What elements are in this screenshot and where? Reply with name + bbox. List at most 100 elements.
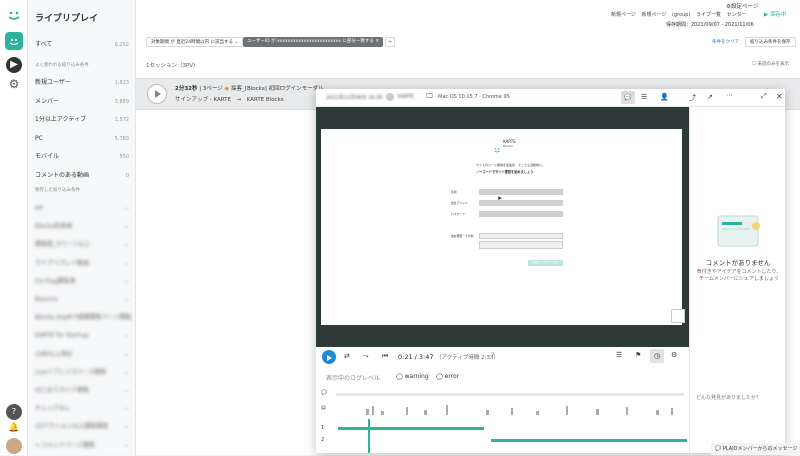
avatar[interactable]: [6, 438, 22, 454]
period-filter-chip[interactable]: 対象期間 が 直近24時間以内 に該当する ⌄: [146, 37, 244, 47]
sidebar-item-label: はじめてガイド閲覧: [35, 387, 90, 394]
filter-bar: 対象期間 が 直近24時間以内 に該当する ⌄ ユーザーID が xxxxxxx…: [136, 33, 800, 53]
sidebar-item-saved-0[interactable]: HP —: [28, 199, 136, 219]
sidebar-item-saved-1[interactable]: Blocks利用者 —: [28, 217, 136, 237]
bell-icon[interactable]: 🔔: [6, 420, 22, 436]
session-play-button[interactable]: [147, 84, 167, 104]
clear-filter-link[interactable]: 条件をクリア: [712, 39, 739, 45]
skip-icon[interactable]: ⤳: [363, 352, 369, 361]
karte-logo-icon[interactable]: [4, 5, 24, 25]
sidebar-item-count: —: [124, 260, 129, 267]
action-group[interactable]: (group): [672, 12, 690, 18]
fullscreen-icon[interactable]: ⤢: [761, 92, 767, 101]
doc-track-icon: ▤: [321, 405, 326, 411]
comment-toggle-icon[interactable]: 💬: [621, 91, 635, 104]
action-live-list[interactable]: ライブ一覧: [696, 12, 721, 18]
sidebar-item-frequent-3[interactable]: PC 5,783: [28, 129, 136, 149]
flag-icon[interactable]: ⚑: [635, 351, 641, 359]
sidebar-item-all[interactable]: すべて 6,252: [28, 35, 136, 55]
sidebar-item-label: 1分以上アクティブ: [35, 116, 87, 123]
action-center[interactable]: センター: [727, 12, 747, 18]
sidebar-item-count: —: [124, 388, 129, 394]
more-icon[interactable]: ⋯: [726, 91, 733, 99]
preview-select-1: [479, 233, 563, 239]
settings-gear-icon[interactable]: ⚙: [671, 351, 677, 359]
preview-brand-sub: Blocks: [503, 144, 513, 148]
message-badge[interactable]: 💬 PLAIDメンバーからのメッセージ: [711, 443, 800, 455]
empty-title: コメントがありません: [705, 259, 771, 267]
sidebar-item-count: —: [124, 224, 129, 231]
help-icon[interactable]: ?: [6, 404, 22, 420]
sidebar-item-count: —: [124, 369, 129, 376]
sidebar-item-label: PC: [35, 134, 43, 142]
sidebar-item-saved-6[interactable]: Blocks dayNで経験閲覧ページ閲覧 —: [28, 308, 136, 328]
save-filter-button[interactable]: 絞り込み条件を保存: [745, 37, 796, 47]
list-icon[interactable]: ☰: [641, 93, 647, 101]
sidebar-item-count: —: [124, 424, 129, 431]
sidebar-item-saved-5[interactable]: Bounce —: [28, 290, 136, 310]
sidebar-item-saved-4[interactable]: CV Flag閲覧者 —: [28, 272, 136, 292]
gear-icon[interactable]: ⚙: [6, 76, 22, 92]
sidebar-item-saved-2[interactable]: 閲覧数_3ページ以上 —: [28, 235, 136, 255]
sidebar-item-frequent-0[interactable]: 新規ユーザー 1,823: [28, 73, 136, 93]
sidebar-item-label: ライブリプレイ動画: [35, 259, 90, 267]
sidebar-item-count: —: [124, 315, 129, 322]
sidebar-item-count: 5,783: [114, 135, 129, 142]
replay-nav-icon[interactable]: [5, 32, 23, 50]
preview-field-3-label: パスワード: [451, 212, 465, 216]
sidebar-item-saved-11[interactable]: チェックなし —: [28, 399, 136, 419]
sidebar-item-count: —: [124, 351, 129, 358]
action-new-page-1[interactable]: 新規ページ: [611, 12, 636, 18]
sidebar-item-frequent-2[interactable]: 1分以上アクティブ 1,572: [28, 110, 136, 130]
settings-link[interactable]: ⚙設定ページ: [726, 2, 758, 10]
sidebar-item-frequent-1[interactable]: メンバー 3,889: [28, 92, 136, 112]
sidebar-item-label: 閲覧数_3ページ以上: [35, 241, 90, 249]
comment-track: [336, 393, 684, 396]
sidebar-item-count: —: [124, 406, 129, 413]
log-list-icon[interactable]: ☰: [616, 351, 622, 359]
sidebar-item-label: 10秒以上滞在: [35, 350, 73, 358]
info-icon[interactable]: ?: [491, 352, 494, 359]
sidebar-item-frequent-4[interactable]: モバイル 550: [28, 147, 136, 167]
add-filter-button[interactable]: +: [385, 37, 395, 47]
user-filter-chip[interactable]: ユーザーID が xxxxxxxxxxxxxxxxxxxxxxxx に部分一致す…: [243, 37, 384, 47]
action-new-page-2[interactable]: 新規ページ: [642, 12, 667, 18]
rewind-icon[interactable]: ⏮: [382, 352, 388, 361]
sidebar-item-saved-9[interactable]: Liveリプレイスペース閲覧 —: [28, 363, 136, 383]
user-icon[interactable]: 👤: [660, 93, 669, 101]
share-icon[interactable]: ⤴: [689, 93, 696, 103]
sidebar-item-label: Liveリプレイスペース閲覧: [35, 368, 107, 376]
timeline-row-2-label: 2: [321, 437, 325, 443]
sidebar-item-frequent-5[interactable]: コメントのある動画 0: [28, 166, 136, 186]
playhead[interactable]: [368, 419, 370, 453]
sidebar-item-count: —: [124, 242, 129, 249]
sidebar-item-saved-10[interactable]: はじめてガイド閲覧 —: [28, 381, 136, 401]
sidebar-item-label: 10アクション以上閲覧閲覧: [35, 423, 109, 431]
sidebar-item-label: コメントのある動画: [35, 171, 90, 179]
sidebar-item-saved-13[interactable]: レコメンドページ閲覧 —: [28, 436, 136, 456]
preview-cta: 無料でアカウント作成: [528, 260, 563, 266]
sidebar-item-saved-8[interactable]: 10秒以上滞在 —: [28, 345, 136, 365]
session-date: 2021年11月06日 16:30: [326, 95, 383, 101]
error-toggle[interactable]: ◯ error: [436, 373, 459, 380]
sidebar-item-count: —: [124, 206, 129, 212]
close-icon[interactable]: ✕: [776, 92, 783, 101]
cursor-icon: ➤: [497, 195, 503, 202]
sidebar-item-count: 3,889: [114, 98, 129, 105]
clock-icon[interactable]: ◷: [650, 349, 664, 363]
timeline[interactable]: 💬 ▤ 1 2: [316, 389, 689, 453]
speed-icon[interactable]: ⇄: [344, 352, 350, 360]
comment-input[interactable]: どんな発見がありましたか？: [696, 394, 761, 401]
unread-toggle[interactable]: ☐ 未読のみを表示: [752, 61, 789, 67]
sidebar-item-saved-7[interactable]: KARTE for Startup —: [28, 326, 136, 346]
sidebar-item-saved-12[interactable]: 10アクション以上閲覧閲覧 —: [28, 417, 136, 437]
warning-toggle[interactable]: ◯ warning: [396, 373, 429, 380]
play-icon[interactable]: ▶: [6, 57, 22, 73]
player-controls: ⇄ ⤳ ⏮ 0:21 / 3:47 （アクティブ時間 2:33） ? ☰ ⚑ ◷…: [316, 347, 689, 367]
video-player[interactable]: KARTE Blocks サイトのリード獲得を最速化、そこでも活動的に。 ノーコ…: [316, 107, 689, 347]
play-button[interactable]: [322, 350, 336, 364]
external-link-icon[interactable]: ↗: [707, 93, 713, 101]
save-button[interactable]: ▶ 保存中: [764, 10, 787, 18]
preview-password-field: [479, 211, 563, 217]
sidebar-item-saved-3[interactable]: ライブリプレイ動画 —: [28, 254, 136, 274]
